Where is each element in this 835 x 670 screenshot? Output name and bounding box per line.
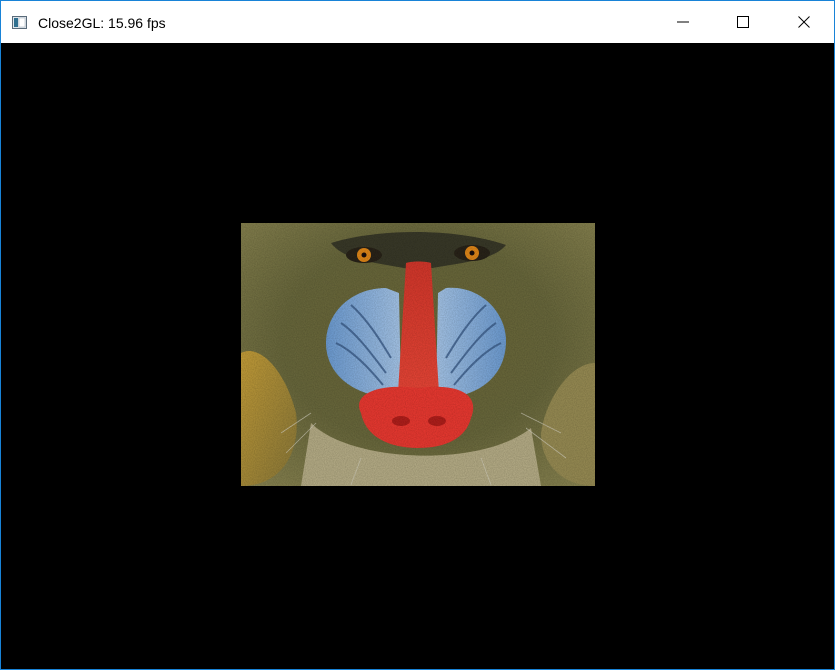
close-icon xyxy=(797,16,810,28)
opengl-window-icon xyxy=(12,16,27,29)
render-viewport[interactable] xyxy=(1,43,834,669)
title-bar[interactable]: Close2GL: 15.96 fps xyxy=(1,1,834,43)
app-window: Close2GL: 15.96 fps xyxy=(0,0,835,670)
mandrill-face-texture xyxy=(241,223,595,486)
minimize-button[interactable] xyxy=(653,1,713,43)
close-button[interactable] xyxy=(773,1,834,43)
maximize-button[interactable] xyxy=(713,1,773,43)
maximize-icon xyxy=(737,16,749,28)
minimize-icon xyxy=(677,21,689,23)
window-title: Close2GL: 15.96 fps xyxy=(38,15,166,31)
